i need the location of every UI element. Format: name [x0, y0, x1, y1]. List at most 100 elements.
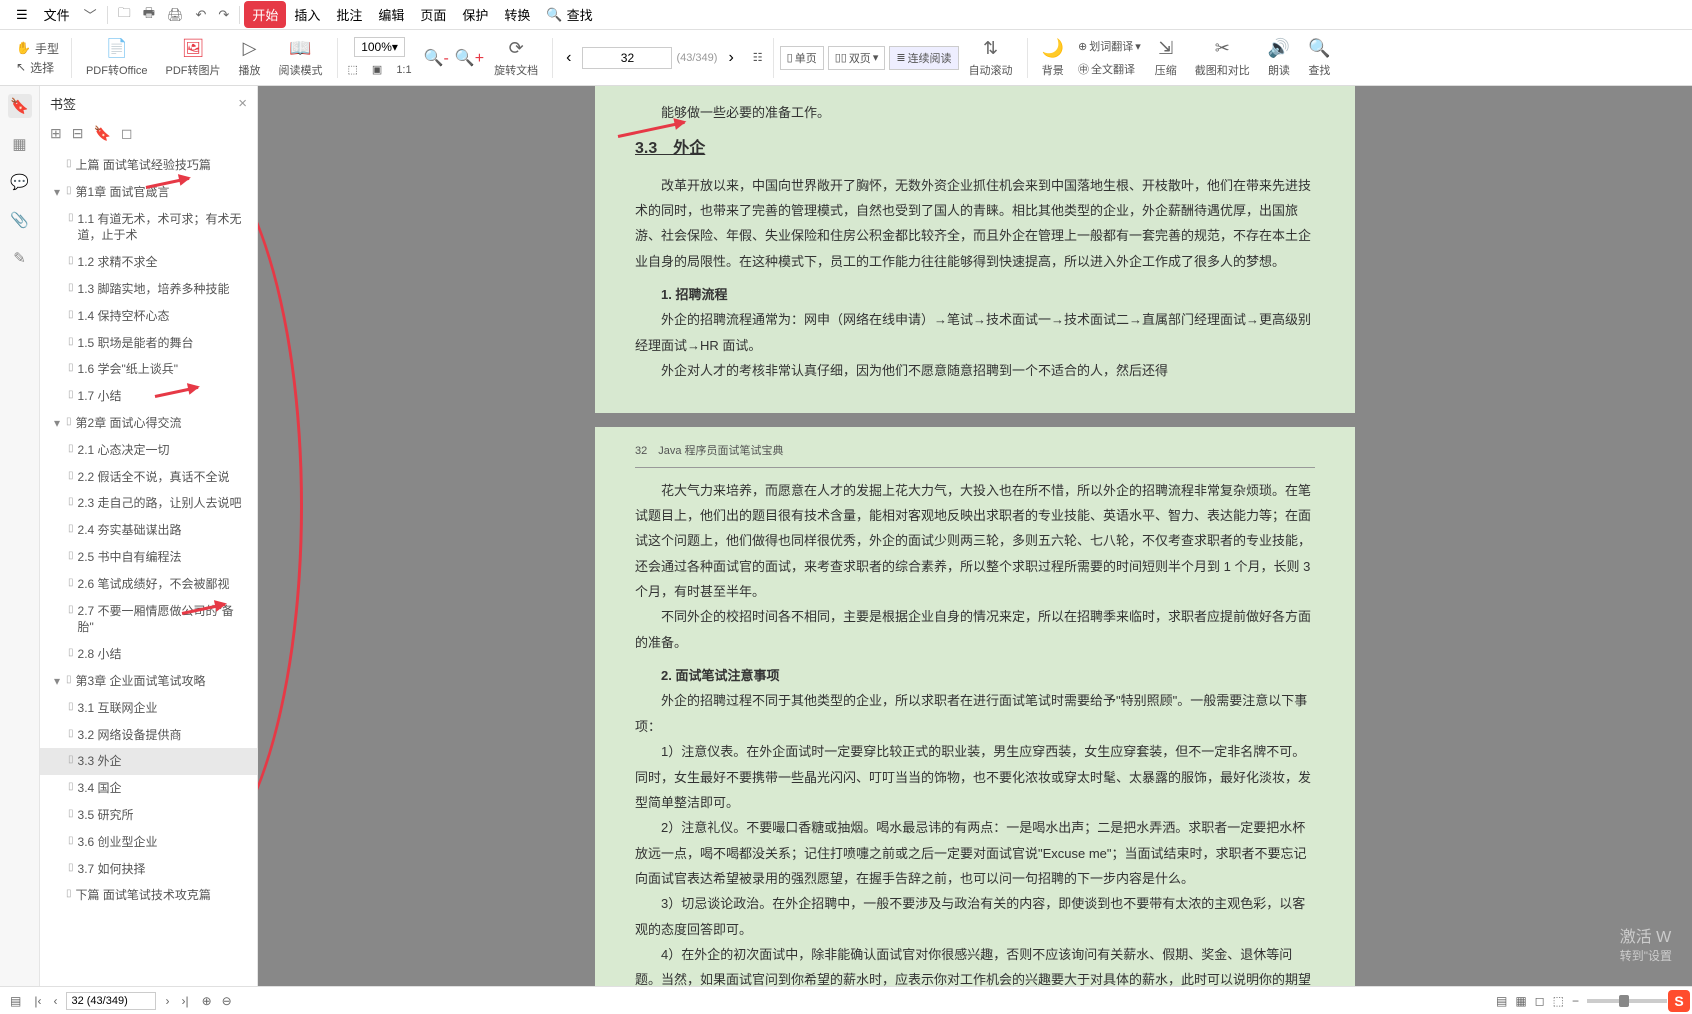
bookmark-item[interactable]: ▯3.7 如何抉择 [40, 856, 257, 883]
sogou-ime-icon[interactable]: S [1668, 990, 1690, 1012]
continuous-read[interactable]: ≣ 连续阅读 [889, 46, 958, 70]
attachment-tab-icon[interactable]: 📎 [8, 208, 32, 232]
sb-minus[interactable]: ⊖ [222, 994, 232, 1008]
bookmark-item[interactable]: ▾▯第3章 企业面试笔试攻略 [40, 668, 257, 695]
next-page[interactable]: › [721, 46, 740, 70]
word-translate[interactable]: ⊕ 划词翻译 ▾ [1074, 36, 1145, 56]
bookmark-item[interactable]: ▯2.4 夯实基础谋出路 [40, 517, 257, 544]
fit-width-icon[interactable]: ⬚ [344, 61, 362, 78]
read-aloud[interactable]: 🔊朗读 [1260, 36, 1298, 80]
bm-tool-2[interactable]: ⊟ [72, 125, 84, 142]
hamburger-icon[interactable]: ☰ [8, 3, 36, 27]
sb-view-2[interactable]: ▦ [1515, 994, 1526, 1008]
select-tool[interactable]: ↖ 选择 [16, 59, 59, 76]
crop-compare[interactable]: ✂截图和对比 [1187, 36, 1258, 80]
bookmark-item[interactable]: ▯1.6 学会"纸上谈兵" [40, 356, 257, 383]
sb-view-3[interactable]: ◻ [1535, 994, 1545, 1008]
zoom-out-icon[interactable]: 🔍- [424, 48, 449, 68]
tab-convert[interactable]: 转换 [496, 1, 538, 28]
hand-tool[interactable]: ✋ 手型 [16, 40, 59, 57]
sb-view-1[interactable]: ▤ [1496, 994, 1507, 1008]
tab-insert[interactable]: 插入 [286, 1, 328, 28]
bookmark-item[interactable]: ▯3.3 外企 [40, 748, 257, 775]
zoom-in-icon[interactable]: 🔍+ [455, 48, 484, 68]
thumbnail-tab-icon[interactable]: ▦ [8, 132, 32, 156]
bookmark-item[interactable]: ▯2.2 假话全不说，真话不全说 [40, 464, 257, 491]
open-folder-icon[interactable]: 🗀 [112, 0, 137, 30]
pdf-to-image[interactable]: 🖼PDF转图片 [158, 36, 229, 80]
chevron-down-icon[interactable]: ﹀ [78, 1, 103, 28]
actual-size-icon[interactable]: 1:1 [392, 61, 415, 78]
bookmark-item[interactable]: ▯2.6 笔试成绩好，不会被鄙视 [40, 571, 257, 598]
pdf-to-office[interactable]: 📄PDF转Office [78, 36, 156, 80]
sb-view-4[interactable]: ⬚ [1553, 994, 1564, 1008]
background[interactable]: 🌙背景 [1034, 36, 1072, 80]
bookmark-item[interactable]: ▯1.5 职场是能者的舞台 [40, 330, 257, 357]
read-mode[interactable]: 📖阅读模式 [271, 36, 331, 80]
thumbnails-icon[interactable]: ☷ [749, 49, 767, 66]
sb-prev-page[interactable]: ‹ [50, 994, 60, 1008]
page-input[interactable] [582, 47, 672, 69]
zoom-select[interactable]: 100% ▾ [354, 37, 405, 57]
bookmark-item[interactable]: ▯3.1 互联网企业 [40, 695, 257, 722]
bookmark-item[interactable]: ▯3.2 网络设备提供商 [40, 722, 257, 749]
bookmark-item[interactable]: ▯2.3 走自己的路，让别人去说吧 [40, 490, 257, 517]
single-page[interactable]: ▯ 单页 [780, 46, 824, 70]
compress[interactable]: ⇲压缩 [1147, 36, 1185, 80]
doc-subheading: 2. 面试笔试注意事项 [635, 663, 1315, 688]
sb-plus[interactable]: ⊕ [202, 994, 212, 1008]
tab-page[interactable]: 页面 [412, 1, 454, 28]
bookmark-item[interactable]: ▯1.4 保持空杯心态 [40, 303, 257, 330]
fit-page-icon[interactable]: ▣ [368, 61, 386, 78]
full-translate[interactable]: ㊥ 全文翻译 [1074, 59, 1145, 79]
prev-page[interactable]: ‹ [559, 46, 578, 70]
windows-watermark: 激活 W 转到"设置 [1620, 923, 1672, 964]
file-menu[interactable]: 文件 [36, 1, 78, 28]
redo-icon[interactable]: ↷ [212, 3, 235, 27]
signature-tab-icon[interactable]: ✎ [8, 246, 32, 270]
tab-protect[interactable]: 保护 [454, 1, 496, 28]
sb-icon[interactable]: ▤ [10, 994, 21, 1008]
bookmark-item[interactable]: ▯3.5 研究所 [40, 802, 257, 829]
bm-tool-4[interactable]: ◻ [121, 125, 133, 142]
bookmark-item[interactable]: ▯1.2 求精不求全 [40, 249, 257, 276]
sb-next-page[interactable]: › [162, 994, 172, 1008]
bookmark-item[interactable]: ▯上篇 面试笔试经验技巧篇 [40, 152, 257, 179]
find-tool[interactable]: 🔍查找 [1300, 36, 1338, 80]
rotate-doc[interactable]: ⟳旋转文档 [486, 36, 546, 80]
sb-last-page[interactable]: ›| [178, 994, 191, 1008]
bm-tool-3[interactable]: 🔖 [93, 125, 110, 142]
bookmark-tab-icon[interactable]: 🔖 [8, 94, 32, 118]
bookmark-item[interactable]: ▾▯第1章 面试官箴言 [40, 179, 257, 206]
bookmark-item[interactable]: ▯3.4 国企 [40, 775, 257, 802]
bookmark-item[interactable]: ▯2.7 不要一厢情愿做公司的"备胎" [40, 598, 257, 642]
doc-text: 外企的招聘流程通常为：网申（网络在线申请）→笔试→技术面试一→技术面试二→直属部… [635, 307, 1315, 358]
close-panel-icon[interactable]: × [238, 95, 247, 112]
doc-text: 4）在外企的初次面试中，除非能确认面试官对你很感兴趣，否则不应该询问有关薪水、假… [635, 942, 1315, 986]
tab-start[interactable]: 开始 [244, 1, 286, 28]
tab-annotate[interactable]: 批注 [328, 1, 370, 28]
bookmark-item[interactable]: ▯2.5 书中自有编程法 [40, 544, 257, 571]
print-icon[interactable]: 🖨 [161, 3, 190, 27]
bookmark-item[interactable]: ▯下篇 面试笔试技术攻克篇 [40, 882, 257, 909]
bookmark-item[interactable]: ▯2.8 小结 [40, 641, 257, 668]
bookmark-item[interactable]: ▯1.1 有道无术，术可求；有术无道，止于术 [40, 206, 257, 250]
bm-tool-1[interactable]: ⊞ [50, 125, 62, 142]
tab-edit[interactable]: 编辑 [370, 1, 412, 28]
undo-icon[interactable]: ↶ [190, 3, 213, 27]
double-page[interactable]: ▯▯ 双页 ▾ [828, 46, 886, 70]
search-menu[interactable]: 🔍 查找 [538, 1, 600, 28]
comment-tab-icon[interactable]: 💬 [8, 170, 32, 194]
bookmark-item[interactable]: ▯1.3 脚踏实地，培养多种技能 [40, 276, 257, 303]
bookmark-item[interactable]: ▯1.7 小结 [40, 383, 257, 410]
auto-scroll[interactable]: ⇅自动滚动 [961, 36, 1021, 80]
bookmark-item[interactable]: ▯2.1 心态决定一切 [40, 437, 257, 464]
play-button[interactable]: ▷播放 [231, 36, 269, 80]
bookmark-item[interactable]: ▯3.6 创业型企业 [40, 829, 257, 856]
bookmark-item[interactable]: ▾▯第2章 面试心得交流 [40, 410, 257, 437]
sb-page-input[interactable] [66, 992, 156, 1010]
sb-zoom-slider[interactable] [1587, 999, 1667, 1003]
save-icon[interactable]: 🖶 [137, 0, 161, 30]
sb-first-page[interactable]: |‹ [31, 994, 44, 1008]
sb-zoom-out[interactable]: − [1572, 994, 1579, 1008]
